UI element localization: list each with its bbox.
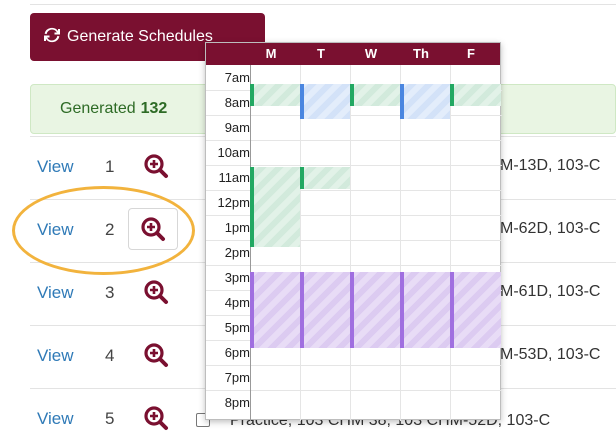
zoom-in-icon[interactable]	[140, 402, 172, 434]
schedule-number: 5	[105, 409, 115, 428]
day-friday: F	[467, 46, 475, 61]
alert-count: 132	[140, 100, 168, 117]
schedule-number: 3	[105, 283, 115, 302]
highlight-circle	[12, 186, 195, 275]
alert-prefix: Generated	[60, 100, 136, 117]
class-block	[350, 84, 400, 106]
view-link[interactable]: View	[37, 283, 74, 303]
calendar-header: M T W Th F	[206, 43, 500, 65]
hour-label: 12pm	[217, 195, 250, 210]
hour-label: 11am	[218, 170, 250, 185]
view-link[interactable]: View	[37, 346, 74, 366]
class-marker	[450, 84, 454, 106]
day-wednesday: W	[364, 46, 378, 61]
view-link[interactable]: View	[37, 409, 74, 429]
class-marker	[250, 167, 254, 247]
hour-label: 7pm	[224, 370, 250, 385]
day-tuesday: T	[317, 46, 325, 61]
hour-label: 1pm	[224, 220, 250, 235]
hour-label: 3pm	[224, 270, 250, 285]
class-block	[250, 272, 501, 348]
schedule-description: M-62D, 103-C	[500, 220, 601, 237]
class-marker	[250, 272, 254, 348]
schedule-description: M-13D, 103-C	[500, 157, 601, 174]
schedule-number: 1	[105, 157, 115, 176]
zoom-in-icon[interactable]	[140, 276, 172, 308]
hour-label: 4pm	[224, 295, 250, 310]
class-marker	[400, 84, 404, 119]
class-marker	[400, 272, 404, 348]
hour-label: 8am	[224, 95, 250, 110]
hour-label: 10am	[217, 145, 250, 160]
hour-label: 9am	[224, 120, 250, 135]
hour-label: 7am	[224, 70, 250, 85]
class-marker	[350, 84, 354, 106]
top-divider	[30, 4, 616, 5]
hour-label: 6pm	[224, 345, 250, 360]
schedule-description: M-61D, 103-C	[500, 283, 601, 300]
zoom-in-icon[interactable]	[140, 150, 172, 182]
schedule-number: 4	[105, 346, 115, 365]
view-link[interactable]: View	[37, 157, 74, 177]
class-block	[300, 167, 350, 189]
class-block	[250, 84, 300, 106]
class-block	[400, 84, 450, 119]
class-block	[300, 84, 350, 119]
hour-label: 2pm	[224, 245, 250, 260]
class-marker	[300, 84, 304, 119]
class-marker	[250, 84, 254, 106]
day-thursday: Th	[413, 46, 429, 61]
class-marker	[300, 272, 304, 348]
generate-schedules-label: Generate Schedules	[67, 28, 213, 45]
hour-label: 8pm	[224, 395, 250, 410]
hour-label: 5pm	[224, 320, 250, 335]
day-monday: M	[265, 46, 277, 61]
class-marker	[300, 167, 304, 189]
class-marker	[350, 272, 354, 348]
schedule-description: M-53D, 103-C	[500, 346, 601, 363]
sync-icon	[44, 27, 60, 48]
schedule-preview-popover: M T W Th F 7am 8am 9am 10am 11am 12pm 1p…	[205, 42, 502, 421]
class-block	[450, 84, 501, 106]
zoom-in-icon[interactable]	[140, 339, 172, 371]
class-marker	[450, 272, 454, 348]
class-block	[250, 167, 300, 247]
